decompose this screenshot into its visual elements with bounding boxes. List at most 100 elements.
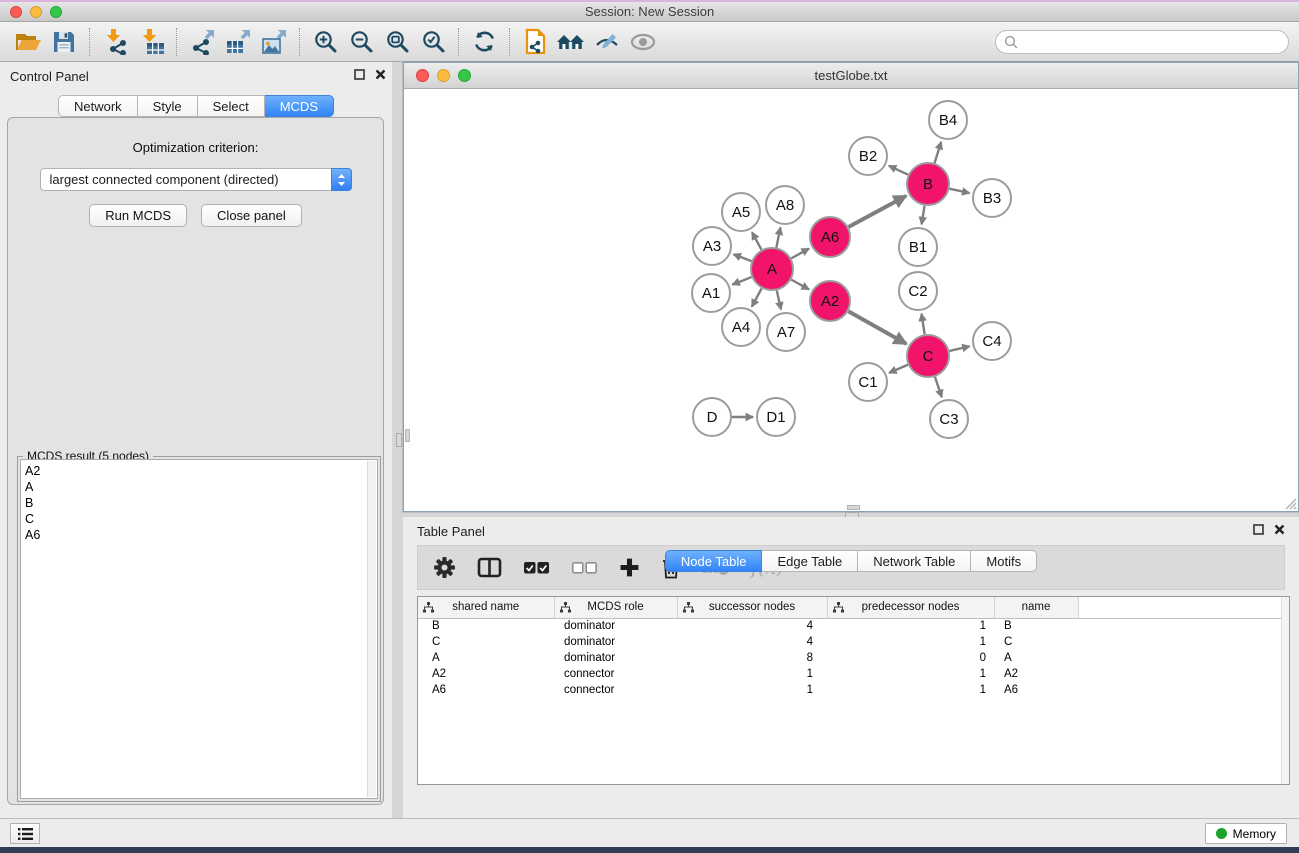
close-panel-button[interactable]: Close panel	[201, 204, 302, 227]
toolbar-separator	[89, 28, 90, 56]
home-icon[interactable]	[553, 26, 589, 58]
graph-node-B2[interactable]: B2	[849, 137, 887, 175]
zoom-fit-icon[interactable]	[379, 26, 415, 58]
network-close-button[interactable]	[416, 69, 429, 82]
new-network-from-file-icon[interactable]	[517, 26, 553, 58]
show-hide-graphics-icon[interactable]	[589, 26, 625, 58]
graph-node-B1[interactable]: B1	[899, 228, 937, 266]
graph-node-A5[interactable]: A5	[722, 193, 760, 231]
graph-edge-C-C4[interactable]	[949, 346, 969, 351]
svg-text:C1: C1	[858, 374, 877, 391]
tab-mcds[interactable]: MCDS	[265, 95, 334, 117]
graph-edge-B-B2[interactable]	[889, 166, 908, 175]
network-window-title: testGlobe.txt	[404, 63, 1298, 88]
graph-edge-B-B4[interactable]	[935, 142, 942, 163]
svg-text:D: D	[707, 409, 718, 426]
result-list-scrollbar[interactable]	[367, 461, 376, 797]
graph-node-D[interactable]: D	[693, 398, 731, 436]
graph-edge-A6-B[interactable]	[848, 196, 906, 227]
zoom-selected-icon[interactable]	[415, 26, 451, 58]
mcds-result-list[interactable]: A2ABCA6	[20, 459, 378, 799]
tab-node-table[interactable]: Node Table	[665, 550, 763, 572]
graph-edge-A-A2[interactable]	[791, 280, 809, 290]
graph-node-B4[interactable]: B4	[929, 101, 967, 139]
show-panels-button[interactable]	[10, 823, 40, 844]
resize-grip-icon[interactable]	[1283, 496, 1297, 510]
graph-edge-A-A5[interactable]	[752, 232, 762, 249]
mcds-result-item[interactable]: C	[25, 511, 377, 527]
graph-node-C4[interactable]: C4	[973, 322, 1011, 360]
graph-edge-A-A7[interactable]	[777, 290, 781, 309]
eye-icon[interactable]	[625, 26, 661, 58]
network-zoom-button[interactable]	[458, 69, 471, 82]
graph-edge-A-A4[interactable]	[752, 288, 762, 306]
graph-node-C2[interactable]: C2	[899, 272, 937, 310]
graph-node-A1[interactable]: A1	[692, 274, 730, 312]
graph-edge-A-A3[interactable]	[733, 254, 751, 261]
close-window-button[interactable]	[10, 6, 22, 18]
close-panel-icon[interactable]	[375, 69, 386, 80]
tab-select[interactable]: Select	[198, 95, 265, 117]
open-session-icon[interactable]	[10, 26, 46, 58]
export-network-icon[interactable]	[184, 26, 220, 58]
mcds-result-item[interactable]: A6	[25, 527, 377, 543]
graph-edge-C-C1[interactable]	[889, 365, 908, 373]
tab-network-table[interactable]: Network Table	[858, 550, 971, 572]
graph-node-A4[interactable]: A4	[722, 308, 760, 346]
import-network-icon[interactable]	[97, 26, 133, 58]
graph-edge-C-C3[interactable]	[935, 377, 942, 397]
save-session-icon[interactable]	[46, 26, 82, 58]
memory-button[interactable]: Memory	[1205, 823, 1287, 844]
search-input[interactable]	[1023, 35, 1280, 49]
graph-node-B[interactable]: B	[907, 163, 949, 205]
import-table-icon[interactable]	[133, 26, 169, 58]
run-mcds-button[interactable]: Run MCDS	[89, 204, 187, 227]
mcds-result-item[interactable]: A	[25, 479, 377, 495]
graph-node-A2[interactable]: A2	[810, 281, 850, 321]
graph-node-C1[interactable]: C1	[849, 363, 887, 401]
graph-node-D1[interactable]: D1	[757, 398, 795, 436]
graph-edge-A-A8[interactable]	[776, 228, 780, 248]
minimize-window-button[interactable]	[30, 6, 42, 18]
vertical-split-grip[interactable]	[396, 433, 402, 447]
graph-node-A3[interactable]: A3	[693, 227, 731, 265]
float-panel-icon[interactable]	[354, 69, 365, 80]
network-minimize-button[interactable]	[437, 69, 450, 82]
graph-node-C3[interactable]: C3	[930, 400, 968, 438]
graph-edge-B-B3[interactable]	[949, 189, 969, 193]
mcds-result-item[interactable]: A2	[25, 463, 377, 479]
graph-edge-A-A6[interactable]	[791, 249, 809, 259]
svg-text:A8: A8	[776, 197, 794, 214]
tab-motifs[interactable]: Motifs	[971, 550, 1037, 572]
zoom-in-icon[interactable]	[307, 26, 343, 58]
close-panel-icon[interactable]	[1274, 524, 1285, 535]
mcds-result-item[interactable]: B	[25, 495, 377, 511]
graph-edge-C-C2[interactable]	[921, 314, 924, 335]
table-panel-title: Table Panel	[417, 524, 485, 539]
tab-network[interactable]: Network	[58, 95, 138, 117]
search-icon	[1004, 35, 1018, 49]
zoom-out-icon[interactable]	[343, 26, 379, 58]
select-stepper-icon	[331, 168, 352, 191]
graph-edge-A-A1[interactable]	[732, 277, 751, 285]
graph-node-A7[interactable]: A7	[767, 313, 805, 351]
zoom-window-button[interactable]	[50, 6, 62, 18]
tab-edge-table[interactable]: Edge Table	[762, 550, 858, 572]
graph-node-A8[interactable]: A8	[766, 186, 804, 224]
network-vertical-scroll-thumb[interactable]	[405, 429, 410, 442]
network-canvas[interactable]: B4 B2 B B3 A8 A5 A6 A3 B1 A C2 A1 A2 A4A7 C4 C C1 D D1 C3	[404, 89, 1298, 511]
status-bar: Memory	[0, 818, 1299, 847]
graph-node-C[interactable]: C	[907, 335, 949, 377]
float-panel-icon[interactable]	[1253, 524, 1264, 535]
criterion-select[interactable]: largest connected component (directed)	[40, 168, 352, 191]
graph-node-A[interactable]: A	[751, 248, 793, 290]
tab-style[interactable]: Style	[138, 95, 198, 117]
graph-edge-B-B1[interactable]	[922, 206, 925, 225]
network-horizontal-scroll-thumb[interactable]	[847, 505, 860, 510]
graph-edge-A2-C[interactable]	[848, 311, 906, 343]
export-table-icon[interactable]	[220, 26, 256, 58]
graph-node-A6[interactable]: A6	[810, 217, 850, 257]
refresh-icon[interactable]	[466, 26, 502, 58]
graph-node-B3[interactable]: B3	[973, 179, 1011, 217]
export-image-icon[interactable]	[256, 26, 292, 58]
